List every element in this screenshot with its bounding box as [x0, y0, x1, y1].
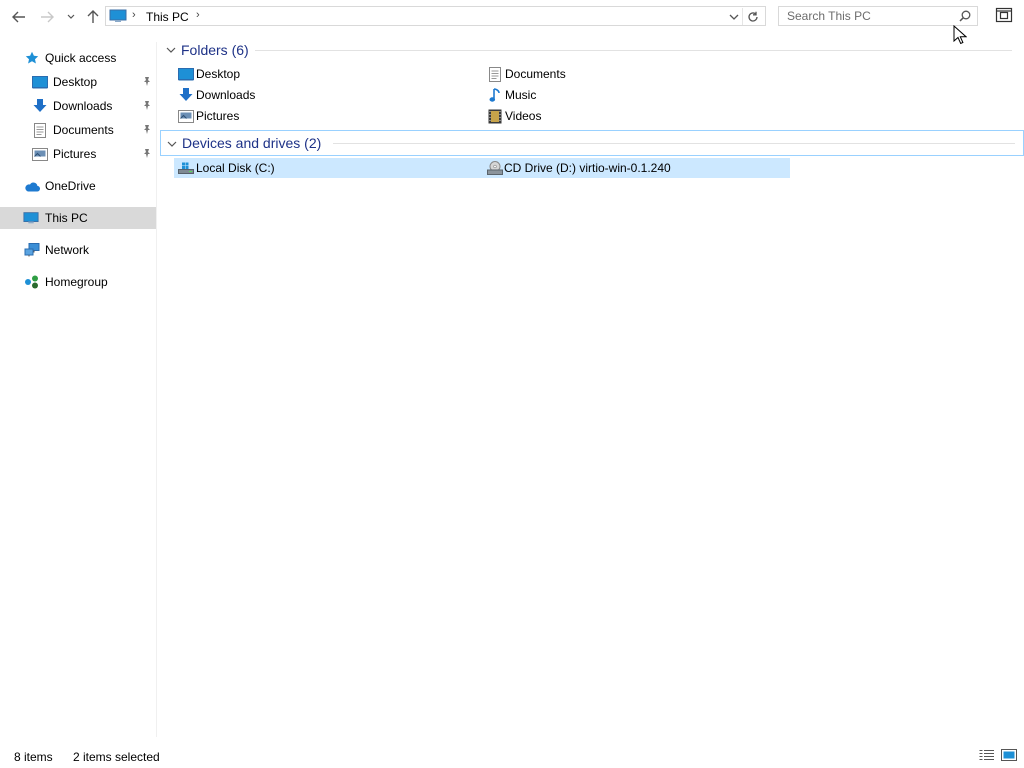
folder-label: Downloads	[196, 88, 256, 102]
navigation-pane: Quick access Desktop Downloads Documents	[0, 42, 157, 737]
nav-label: Network	[45, 243, 90, 257]
drive-tile-local-disk-c[interactable]: Local Disk (C:)	[174, 158, 482, 178]
refresh-button[interactable]	[742, 8, 763, 25]
pin-icon[interactable]	[142, 76, 152, 90]
cd-drive-icon	[487, 160, 503, 176]
nav-label: OneDrive	[45, 179, 96, 193]
nav-item-this-pc[interactable]: This PC	[0, 207, 156, 229]
cloud-icon	[24, 178, 40, 194]
film-icon	[487, 108, 503, 124]
nav-item-documents[interactable]: Documents	[0, 119, 156, 141]
address-bar[interactable]: › This PC ›	[105, 6, 766, 26]
arrow-up-icon	[87, 10, 99, 23]
download-arrow-icon	[178, 87, 194, 103]
breadcrumb-separator: ›	[132, 9, 136, 21]
nav-label: Downloads	[53, 99, 113, 113]
folder-tile-videos[interactable]: Videos	[483, 106, 783, 126]
music-note-icon	[487, 87, 503, 103]
nav-item-desktop[interactable]: Desktop	[0, 71, 156, 93]
desktop-icon	[32, 74, 48, 90]
large-icons-view-button[interactable]	[1001, 749, 1017, 763]
breadcrumb-this-pc[interactable]: This PC	[146, 10, 189, 24]
pictures-icon	[32, 146, 48, 162]
large-icons-view-icon	[1001, 749, 1017, 761]
recent-locations-button[interactable]	[63, 8, 79, 26]
nav-item-pictures[interactable]: Pictures	[0, 143, 156, 165]
address-dropdown-button[interactable]	[729, 10, 739, 24]
computer-icon	[109, 9, 127, 26]
folder-label: Music	[505, 88, 537, 102]
folder-label: Pictures	[196, 109, 240, 123]
group-divider	[255, 50, 1012, 51]
drive-label: CD Drive (D:) virtio-win-0.1.240	[504, 161, 671, 175]
chevron-down-icon[interactable]	[167, 138, 177, 152]
details-view-icon	[979, 750, 994, 760]
drive-tile-cd-drive-d[interactable]: CD Drive (D:) virtio-win-0.1.240	[482, 158, 790, 178]
up-button[interactable]	[84, 8, 102, 26]
nav-item-quick-access[interactable]: Quick access	[0, 47, 156, 69]
pin-icon[interactable]	[142, 100, 152, 114]
folder-tile-desktop[interactable]: Desktop	[174, 64, 474, 84]
folders-group-title: Folders (6)	[181, 42, 249, 58]
item-count: 8 items	[14, 750, 53, 764]
breadcrumb-separator[interactable]: ›	[196, 9, 200, 21]
drives-group-header[interactable]: Devices and drives (2)	[160, 130, 1024, 156]
desktop-icon	[178, 66, 194, 82]
folders-group-header[interactable]: Folders (6)	[160, 38, 1020, 62]
document-icon	[32, 122, 48, 138]
folder-label: Videos	[505, 109, 542, 123]
hard-drive-icon	[178, 160, 194, 176]
selection-count: 2 items selected	[73, 750, 160, 764]
nav-label: Desktop	[53, 75, 98, 89]
download-arrow-icon	[32, 98, 48, 114]
nav-item-homegroup[interactable]: Homegroup	[0, 271, 156, 293]
pictures-icon	[178, 108, 194, 124]
back-button[interactable]	[10, 8, 28, 26]
nav-item-onedrive[interactable]: OneDrive	[0, 175, 156, 197]
forward-button[interactable]	[38, 8, 56, 26]
status-bar: 8 items 2 items selected	[0, 746, 1024, 768]
document-icon	[487, 66, 503, 82]
chevron-down-icon	[729, 14, 739, 20]
pin-icon[interactable]	[142, 124, 152, 138]
mouse-cursor	[953, 24, 968, 48]
drives-group-title: Devices and drives (2)	[182, 135, 322, 151]
group-divider	[333, 143, 1015, 144]
computer-icon	[23, 210, 39, 226]
nav-label: Quick access	[45, 51, 117, 65]
nav-item-downloads[interactable]: Downloads	[0, 95, 156, 117]
folder-tile-music[interactable]: Music	[483, 85, 783, 105]
chevron-down-icon[interactable]	[166, 44, 176, 58]
search-input[interactable]	[779, 7, 963, 25]
search-box[interactable]	[778, 6, 978, 26]
network-icon	[24, 242, 40, 258]
chevron-down-icon	[67, 14, 75, 19]
nav-label: Pictures	[53, 147, 97, 161]
arrow-right-icon	[41, 11, 54, 23]
refresh-icon	[748, 11, 758, 22]
folder-tile-pictures[interactable]: Pictures	[174, 106, 474, 126]
homegroup-icon	[24, 274, 40, 290]
nav-item-network[interactable]: Network	[0, 239, 156, 261]
arrow-left-icon	[12, 11, 25, 23]
nav-label: Homegroup	[45, 275, 108, 289]
pin-icon[interactable]	[142, 148, 152, 162]
search-icon[interactable]	[959, 10, 971, 25]
nav-label: Documents	[53, 123, 114, 137]
navigation-bar: › This PC ›	[0, 0, 1024, 34]
folder-tile-downloads[interactable]: Downloads	[174, 85, 474, 105]
nav-label: This PC	[45, 211, 88, 225]
star-icon	[24, 50, 40, 66]
folder-label: Desktop	[196, 67, 241, 81]
folder-tile-documents[interactable]: Documents	[483, 64, 783, 84]
window-restore-icon	[995, 7, 1013, 23]
details-view-button[interactable]	[979, 749, 995, 763]
drive-label: Local Disk (C:)	[196, 161, 275, 175]
folder-label: Documents	[505, 67, 566, 81]
ribbon-expand-button[interactable]	[995, 7, 1013, 25]
